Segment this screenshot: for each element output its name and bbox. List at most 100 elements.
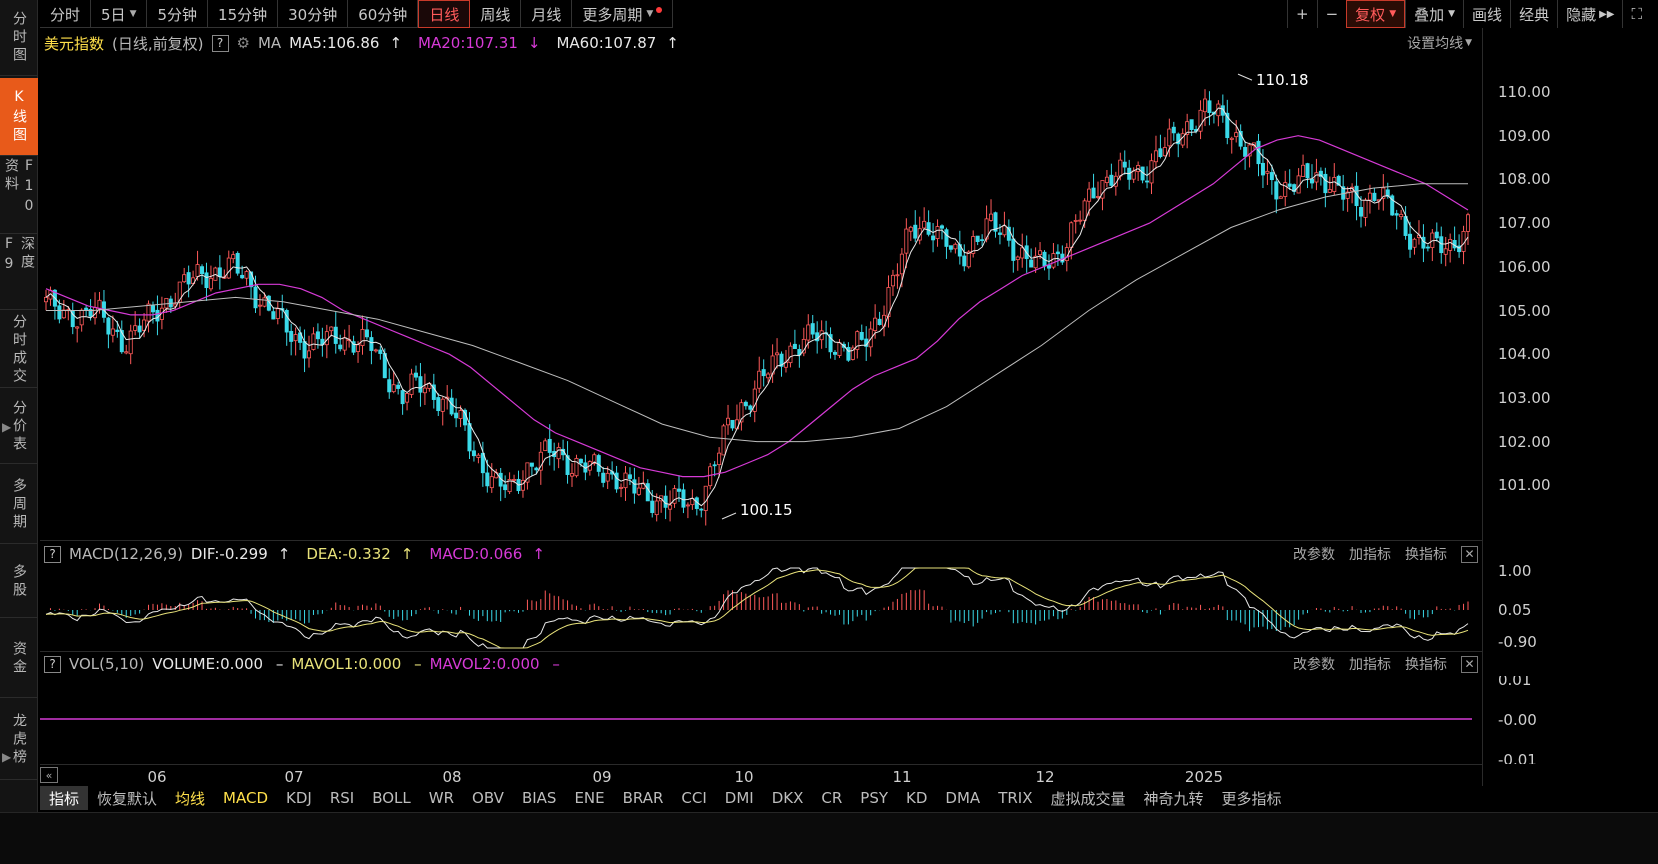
period-tab[interactable]: 月线 — [521, 0, 573, 28]
expand-arrow-icon[interactable]: ▶ — [2, 750, 11, 764]
period-tab[interactable]: 15分钟 — [208, 0, 279, 28]
edit-params-button[interactable]: 改参数 — [1293, 654, 1335, 674]
help-icon[interactable]: ? — [44, 655, 61, 673]
indicator-tab[interactable]: 虚拟成交量 — [1041, 786, 1134, 810]
candle-body — [1073, 219, 1078, 222]
close-icon[interactable]: ✕ — [1461, 545, 1478, 563]
candle-body — [547, 438, 552, 453]
indicator-tab[interactable]: 神奇九转 — [1135, 786, 1213, 810]
indicator-tab[interactable]: CCI — [672, 786, 715, 810]
candle-body — [400, 390, 405, 405]
candle-body — [1448, 239, 1453, 251]
candle-body — [164, 297, 169, 309]
ma20-text: MA20:107.31 — [418, 34, 518, 52]
ma-settings[interactable]: 设置均线 ▼ — [1393, 32, 1472, 54]
left-nav-item[interactable]: 资金 — [0, 620, 38, 698]
indicator-tab[interactable]: BIAS — [513, 786, 566, 810]
zoom-out-button[interactable]: − — [1316, 0, 1347, 28]
candle-body — [146, 303, 151, 322]
period-tab-label: 日线 — [429, 5, 460, 24]
indicator-tab[interactable]: BOLL — [363, 786, 420, 810]
indicator-tab[interactable]: RSI — [321, 786, 363, 810]
period-tab[interactable]: 5分钟 — [147, 0, 209, 28]
swap-indicator-button[interactable]: 换指标 — [1405, 544, 1447, 564]
left-nav-item[interactable]: F10资料 — [0, 158, 38, 234]
help-icon[interactable]: ? — [211, 34, 229, 52]
indicator-tab[interactable]: ENE — [565, 786, 613, 810]
candle-body — [775, 352, 780, 356]
volume-chart[interactable] — [40, 676, 1482, 764]
candle-body — [605, 472, 610, 482]
period-tab[interactable]: 60分钟 — [348, 0, 419, 28]
left-nav-item[interactable]: 分时图 — [0, 0, 38, 76]
indicator-tab[interactable]: 均线 — [166, 786, 214, 810]
left-nav-item[interactable]: 深度F9 — [0, 236, 38, 310]
period-tab[interactable]: 周线 — [470, 0, 522, 28]
ma60-text: MA60:107.87 — [556, 34, 657, 52]
left-nav-item[interactable]: 多股 — [0, 546, 38, 618]
edit-params-button[interactable]: 改参数 — [1293, 544, 1335, 564]
period-tabs: 分时 5日 ▼ 5分钟 15分钟 30分钟 60分钟 日线 周线 月线 更多周期 ▼ — [40, 0, 674, 28]
indicator-tab[interactable]: KD — [897, 786, 936, 810]
mavol2-value: MAVOL2:0.000 – — [429, 655, 560, 673]
left-nav-item[interactable]: 分时成交 — [0, 312, 38, 388]
indicator-tab[interactable]: KDJ — [277, 786, 321, 810]
draw-line-button[interactable]: 画线 — [1463, 0, 1510, 28]
high-marker — [1237, 73, 1253, 81]
overlay-dropdown[interactable]: 叠加 ▼ — [1405, 0, 1463, 28]
candle-body — [1162, 147, 1167, 157]
scroll-left-icon[interactable]: « — [40, 767, 58, 783]
candle-body — [128, 330, 133, 355]
period-tab[interactable]: 更多周期 ▼ — [572, 0, 674, 28]
indicator-tab[interactable]: DKX — [763, 786, 813, 810]
candle-body — [396, 384, 401, 389]
period-tab[interactable]: 分时 — [40, 0, 92, 28]
indicator-tab[interactable]: 更多指标 — [1213, 786, 1291, 810]
indicator-tab[interactable]: DMA — [936, 786, 989, 810]
left-nav-item[interactable]: 龙虎榜 — [0, 700, 38, 780]
classic-button[interactable]: 经典 — [1510, 0, 1557, 28]
indicator-tab[interactable]: OBV — [463, 786, 513, 810]
macd-info-line: ? MACD(12,26,9) DIF:-0.299 ↑ DEA:-0.332 ↑ … — [44, 543, 561, 565]
indicator-tab[interactable]: 指标 — [40, 786, 89, 810]
gear-icon[interactable]: ⚙ — [237, 34, 250, 52]
indicator-tab[interactable]: MACD — [214, 786, 277, 810]
left-nav-item[interactable]: 多周期 — [0, 466, 38, 544]
indicator-tab[interactable]: 恢复默认 — [88, 786, 166, 810]
price-tick: 108.00 — [1498, 170, 1551, 189]
indicator-tab[interactable]: WR — [420, 786, 463, 810]
indicator-tab[interactable]: PSY — [851, 786, 897, 810]
help-icon[interactable]: ? — [44, 545, 61, 563]
price-axis: 110.00 109.00 108.00 107.00 106.00 105.00 104.… — [1482, 56, 1592, 540]
candle-body — [458, 410, 463, 419]
zoom-in-button[interactable]: + — [1287, 0, 1317, 28]
candle-body — [614, 472, 619, 490]
indicator-tab[interactable]: TRIX — [989, 786, 1041, 810]
price-tick: 101.00 — [1498, 476, 1551, 495]
indicator-tab[interactable]: CR — [812, 786, 851, 810]
period-tab[interactable]: 日线 — [418, 0, 471, 28]
fuquan-dropdown[interactable]: 复权 ▼ — [1346, 0, 1406, 28]
add-indicator-button[interactable]: 加指标 — [1349, 544, 1391, 564]
fullscreen-icon[interactable]: ⛶ — [1622, 0, 1650, 28]
kline-chart[interactable]: 110.18 100.15 — [40, 56, 1482, 540]
candle-body — [578, 458, 583, 464]
hide-button[interactable]: 隐藏 ▶▶ — [1557, 0, 1622, 28]
close-icon[interactable]: ✕ — [1461, 655, 1478, 673]
period-tab[interactable]: 5日 ▼ — [91, 0, 148, 28]
period-tab[interactable]: 30分钟 — [278, 0, 349, 28]
expand-arrow-icon[interactable]: ▶ — [2, 420, 11, 434]
candle-body — [110, 328, 115, 336]
candle-body — [253, 286, 258, 309]
volume-tick: 0.01 — [1498, 676, 1532, 689]
axis-divider — [1482, 28, 1483, 786]
add-indicator-button[interactable]: 加指标 — [1349, 654, 1391, 674]
candle-body — [534, 467, 539, 471]
left-nav-item[interactable]: K线图 — [0, 78, 38, 156]
swap-indicator-button[interactable]: 换指标 — [1405, 654, 1447, 674]
indicator-tab[interactable]: BRAR — [614, 786, 673, 810]
macd-chart[interactable] — [40, 566, 1482, 650]
indicator-tab[interactable]: DMI — [716, 786, 763, 810]
candle-body — [1434, 231, 1439, 239]
candle-body — [391, 384, 396, 393]
